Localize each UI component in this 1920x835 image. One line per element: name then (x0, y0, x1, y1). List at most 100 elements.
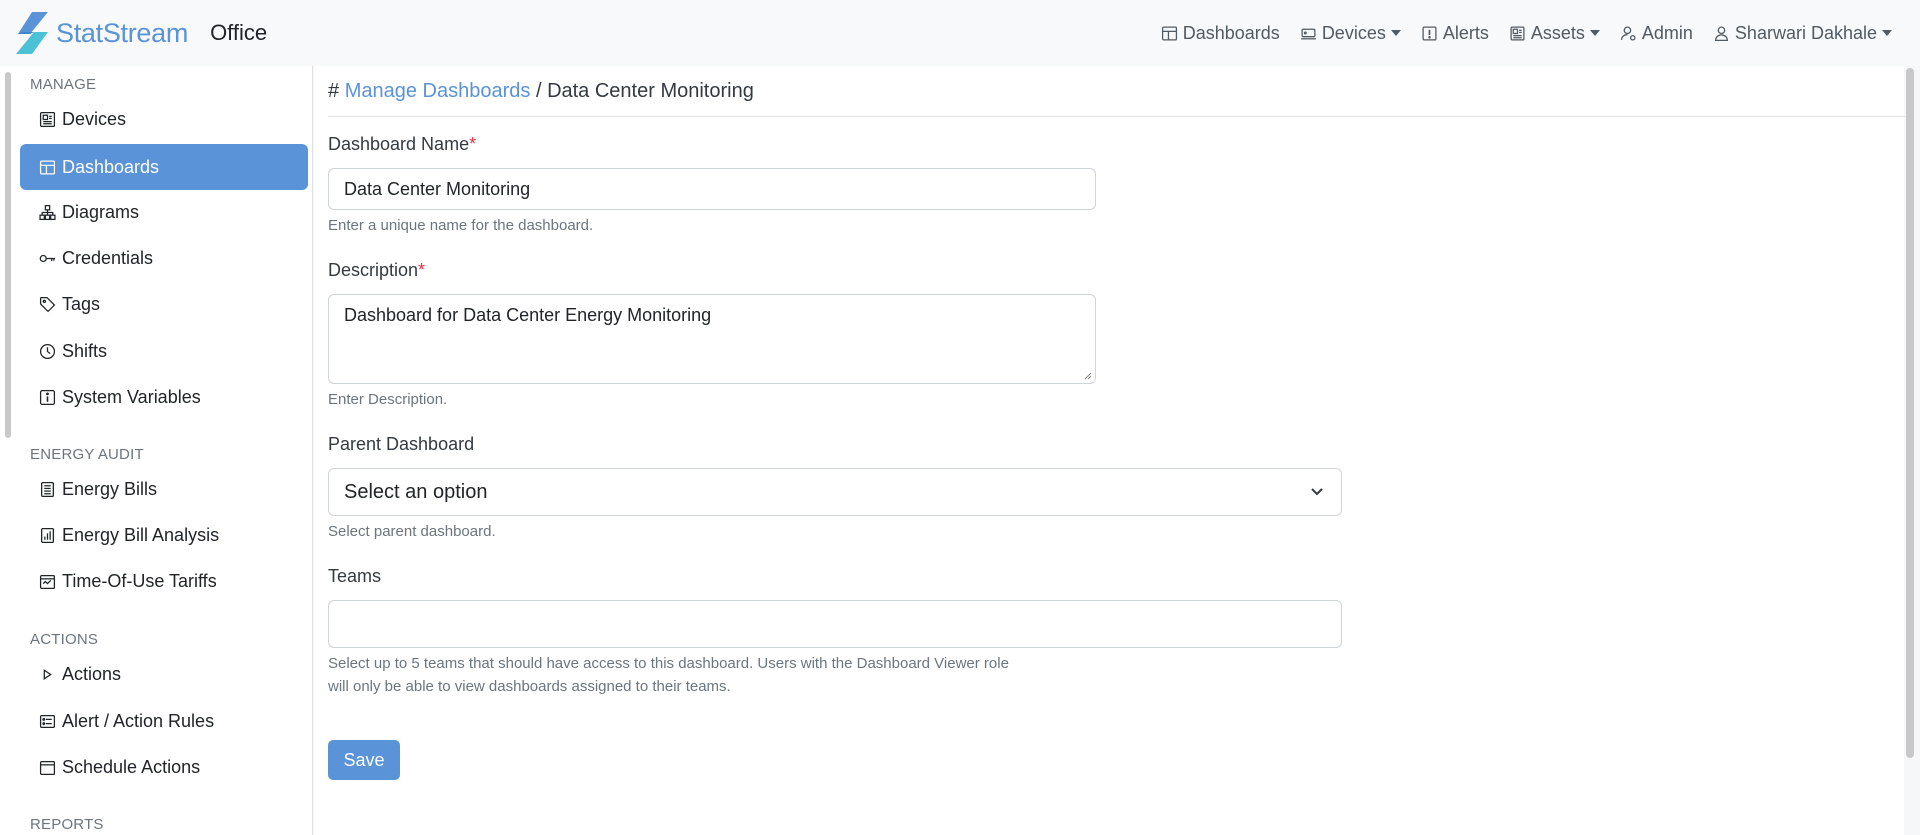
sidebar-item-label: Credentials (62, 247, 154, 268)
brand-name: StatStream (56, 17, 189, 48)
nav-user-menu[interactable]: Sharwari Dakhale (1713, 23, 1892, 44)
breadcrumb-link-manage-dashboards[interactable]: Manage Dashboards (345, 80, 531, 102)
diagram-icon (39, 204, 56, 220)
top-nav-menu: Dashboards Devices Alerts Assets Admin S… (1141, 0, 1892, 66)
sidebar-item-label: Actions (62, 663, 122, 684)
description-textarea[interactable]: Dashboard for Data Center Energy Monitor… (328, 294, 1096, 384)
top-navbar: StatStream Office Dashboards Devices Ale… (0, 0, 1920, 66)
nav-dashboards[interactable]: Dashboards (1161, 23, 1280, 44)
teams-help-line-2: will only be able to view dashboards ass… (328, 678, 731, 695)
sidebar-item-label: Energy Bills (62, 478, 158, 499)
nav-admin[interactable]: Admin (1620, 23, 1693, 44)
tags-icon (39, 296, 56, 312)
devices-icon (1300, 28, 1316, 39)
admin-icon (1620, 25, 1636, 41)
breadcrumb-hash: # (328, 80, 340, 102)
sidebar-item-label: Devices (62, 108, 127, 129)
brand[interactable]: StatStream Office (14, 0, 267, 66)
section-reports: REPORTS (30, 816, 104, 833)
parent-dashboard-label: Parent Dashboard (328, 434, 475, 454)
sidebar-item-schedule-actions[interactable]: Schedule Actions (20, 744, 308, 790)
divider (328, 116, 1905, 117)
sidebar-item-tags[interactable]: Tags (20, 281, 308, 327)
nav-assets-label: Assets (1530, 22, 1585, 43)
required-mark: * (469, 134, 477, 154)
sidebar-item-label: Energy Bill Analysis (62, 524, 220, 545)
assets-icon (1510, 25, 1525, 41)
sidebar-item-label: Diagrams (62, 201, 140, 222)
sidebar-item-energy-bill-analysis[interactable]: Energy Bill Analysis (20, 512, 308, 558)
sidebar-item-label: Dashboards (62, 156, 160, 177)
dashboard-name-label-text: Dashboard Name (328, 134, 470, 154)
chevron-down-icon (1390, 30, 1401, 36)
sidebar-item-shifts[interactable]: Shifts (20, 328, 308, 374)
description-label: Description* (328, 260, 425, 281)
dashboard-name-label: Dashboard Name* (328, 134, 476, 155)
chevron-down-icon (1311, 488, 1323, 496)
dashboard-name-input[interactable]: Data Center Monitoring (328, 168, 1096, 210)
description-value: Dashboard for Data Center Energy Monitor… (344, 305, 712, 325)
chevron-down-icon (1589, 30, 1600, 36)
section-actions: ACTIONS (30, 631, 99, 648)
sidebar-item-dashboards[interactable]: Dashboards (20, 144, 308, 190)
nav-assets[interactable]: Assets (1509, 23, 1600, 44)
dashboard-name-help: Enter a unique name for the dashboard. (328, 217, 594, 234)
play-icon (43, 668, 52, 680)
sidebar-item-label: Schedule Actions (62, 756, 201, 777)
sidebar-item-alert-action-rules[interactable]: Alert / Action Rules (20, 698, 308, 744)
organization-name: Office (210, 20, 268, 45)
nav-user-label: Sharwari Dakhale (1734, 22, 1877, 43)
parent-dashboard-selected-value: Select an option (344, 480, 488, 503)
teams-label: Teams (328, 566, 382, 586)
main-content: # Manage Dashboards / Data Center Monito… (314, 66, 1905, 835)
user-icon (1714, 25, 1728, 41)
required-mark: * (418, 260, 426, 280)
rules-icon (39, 714, 56, 728)
sidebar-item-label: Shifts (62, 340, 108, 361)
parent-dashboard-select[interactable]: Select an option (328, 468, 1342, 516)
teams-multiselect[interactable] (328, 600, 1342, 648)
key-icon (39, 254, 55, 262)
bill-icon (41, 481, 54, 497)
devices-icon (39, 111, 56, 127)
nav-alerts-label: Alerts (1442, 22, 1489, 43)
sidebar-item-devices[interactable]: Devices (20, 96, 308, 142)
sidebar-item-energy-bills[interactable]: Energy Bills (20, 466, 308, 512)
resize-grip-icon[interactable] (1084, 372, 1092, 380)
breadcrumb: # Manage Dashboards / Data Center Monito… (328, 80, 754, 103)
dashboard-icon (1161, 25, 1177, 41)
nav-dashboards-label: Dashboards (1182, 22, 1280, 43)
calendar-icon (39, 574, 56, 589)
sidebar-item-label: System Variables (62, 386, 201, 407)
sidebar-item-label: Tags (62, 293, 101, 314)
description-help: Enter Description. (328, 391, 448, 408)
statstream-logo-icon (16, 12, 48, 54)
chevron-down-icon (1882, 30, 1892, 36)
sidebar-item-system-variables[interactable]: System Variables (20, 374, 308, 420)
sidebar-item-label: Time-Of-Use Tariffs (62, 570, 217, 591)
nav-devices-label: Devices (1321, 22, 1386, 43)
save-button[interactable]: Save (328, 740, 400, 780)
section-energy-audit: ENERGY AUDIT (30, 446, 144, 463)
alert-icon (1422, 25, 1437, 41)
teams-help: Select up to 5 teams that should have ac… (328, 652, 1009, 698)
info-icon (39, 389, 56, 405)
description-label-text: Description (328, 260, 419, 280)
sidebar-item-time-of-use-tariffs[interactable]: Time-Of-Use Tariffs (20, 558, 308, 604)
sidebar-item-credentials[interactable]: Credentials (20, 235, 308, 281)
sidebar-item-label: Alert / Action Rules (62, 710, 215, 731)
dashboard-icon (39, 159, 56, 175)
sidebar-item-actions[interactable]: Actions (20, 651, 308, 697)
breadcrumb-current: Data Center Monitoring (547, 80, 754, 102)
breadcrumb-separator: / (535, 80, 542, 102)
section-manage: MANAGE (30, 76, 97, 93)
sidebar: MANAGE Devices Dashboards Diagrams Crede… (0, 66, 313, 835)
clock-icon (39, 343, 56, 359)
nav-devices[interactable]: Devices (1300, 23, 1401, 44)
page-scrollbar[interactable] (1906, 68, 1914, 758)
calendar-icon (39, 760, 56, 775)
sidebar-item-diagrams[interactable]: Diagrams (20, 189, 308, 235)
nav-alerts[interactable]: Alerts (1421, 23, 1489, 44)
parent-dashboard-help: Select parent dashboard. (328, 523, 496, 540)
sidebar-scrollbar[interactable] (5, 72, 11, 438)
